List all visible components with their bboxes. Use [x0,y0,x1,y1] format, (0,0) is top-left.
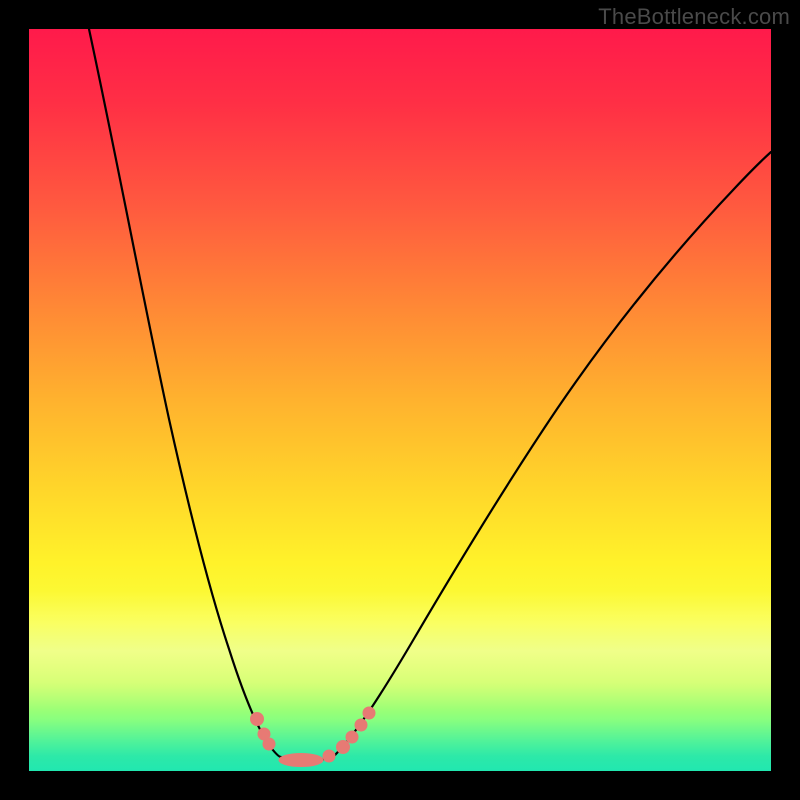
chart-frame: TheBottleneck.com [0,0,800,800]
marker-dot [279,754,323,767]
marker-dot [323,750,335,762]
marker-dot [337,741,350,754]
marker-dot [355,719,367,731]
curve-left [89,29,281,757]
plot-area [29,29,771,771]
marker-group [251,707,376,767]
marker-dot [251,713,264,726]
marker-dot [363,707,375,719]
marker-dot [346,731,358,743]
watermark-text: TheBottleneck.com [598,4,790,30]
marker-dot [263,738,275,750]
curve-right [335,152,771,755]
curve-group [89,29,771,761]
curves-svg [29,29,771,771]
